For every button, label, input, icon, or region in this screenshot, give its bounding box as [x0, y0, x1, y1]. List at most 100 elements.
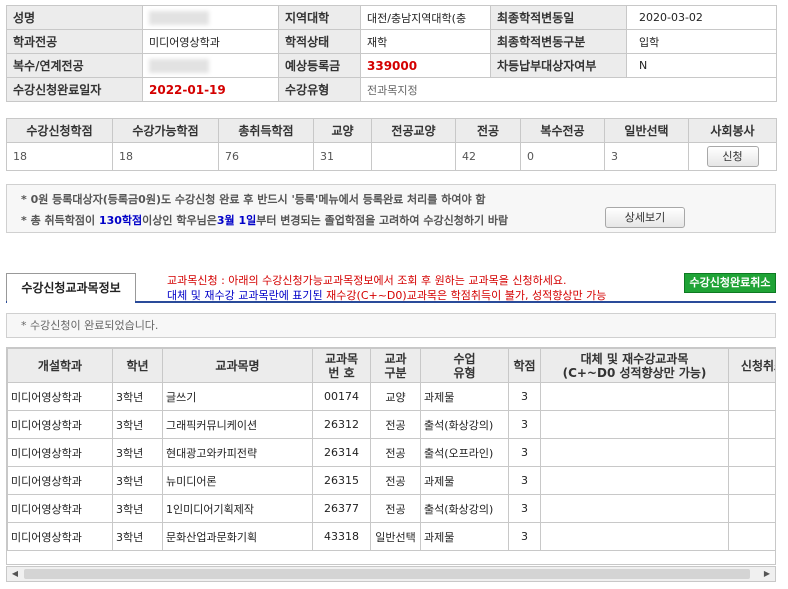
- dept-cell: 미디어영상학과: [7, 494, 113, 523]
- substitute-cell: [540, 466, 729, 495]
- instruction-line-1: 교과목신청 : 아래의 수강신청가능교과목정보에서 조회 후 원하는 교과목을 …: [167, 274, 567, 287]
- cancel-cell[interactable]: [728, 438, 775, 467]
- expected-fee-value: 339000: [360, 53, 491, 78]
- class-type-cell: 과제물: [420, 522, 509, 551]
- last-change-date-label: 최종학적변동일: [490, 5, 627, 30]
- credit-cell: 3: [508, 522, 541, 551]
- cancel-registration-complete-button[interactable]: 수강신청완료취소: [684, 273, 776, 293]
- credit-header: 사회봉사: [688, 118, 777, 143]
- course-code-cell: 26377: [312, 494, 371, 523]
- course-table: 개설학과 학년 교과목명 교과목 번 호 교과 구분 수업 유형 학점 대체 및…: [7, 348, 775, 551]
- name-redacted: [149, 10, 209, 25]
- category-cell: 전공: [370, 494, 421, 523]
- notice-line-1: * 0원 등록대상자(등록금0원)도 수강신청 완료 후 반드시 '등록'메뉴에…: [21, 193, 486, 206]
- course-header: 개설학과: [7, 348, 113, 383]
- notice-line-2-a: * 총 취득학점이: [21, 214, 99, 227]
- year-cell: 3학년: [112, 438, 163, 467]
- course-code-cell: 43318: [312, 522, 371, 551]
- cancel-cell[interactable]: [728, 522, 775, 551]
- credit-value-row: 18 18 76 31 42 0 3 신청: [6, 142, 777, 171]
- year-cell: 3학년: [112, 494, 163, 523]
- substitute-cell: [540, 522, 729, 551]
- credit-header-row: 수강신청학점 수강가능학점 총취득학점 교양 전공교양 전공 복수전공 일반선택…: [6, 118, 777, 143]
- course-header: 교과목 번 호: [312, 348, 371, 383]
- differential-value: N: [626, 53, 777, 78]
- credit-header: 총취득학점: [218, 118, 314, 143]
- scrollbar-thumb[interactable]: [24, 569, 750, 579]
- social-service-apply-button[interactable]: 신청: [706, 146, 759, 167]
- last-change-date-value: 2020-03-02: [626, 5, 777, 30]
- dept-cell: 미디어영상학과: [7, 522, 113, 551]
- substitute-cell: [540, 494, 729, 523]
- credit-header: 수강가능학점: [112, 118, 219, 143]
- table-row: 미디어영상학과 3학년 현대광고와카피전략 26314 전공 출석(오프라인) …: [7, 438, 775, 467]
- arrow-left-icon[interactable]: ◀: [7, 567, 23, 581]
- course-name-cell: 문화산업과문화기획: [162, 522, 313, 551]
- class-type-cell: 출석(오프라인): [420, 438, 509, 467]
- region-label: 지역대학: [278, 5, 361, 30]
- cancel-cell[interactable]: [728, 410, 775, 439]
- dept-cell: 미디어영상학과: [7, 382, 113, 411]
- notice-line-2: * 총 취득학점이 130학점이상인 학우님은3월 1일부터 변경되는 졸업학점…: [21, 212, 508, 228]
- notice-line-2-date: 3월 1일: [216, 214, 257, 227]
- course-code-cell: 00174: [312, 382, 371, 411]
- status-value: 재학: [360, 29, 491, 54]
- cancel-cell[interactable]: [728, 466, 775, 495]
- info-row-1: 성명 지역대학 대전/충남지역대학(충 최종학적변동일 2020-03-02: [6, 5, 777, 30]
- dept-cell: 미디어영상학과: [7, 410, 113, 439]
- class-type-cell: 과제물: [420, 382, 509, 411]
- course-name-cell: 뉴미디어론: [162, 466, 313, 495]
- credit-cell: 3: [508, 438, 541, 467]
- notice-line-2-credits: 130학점: [98, 214, 143, 227]
- status-label: 학적상태: [278, 29, 361, 54]
- notice-line-2-c: 이상인 학우님은: [142, 214, 217, 227]
- horizontal-scrollbar[interactable]: ◀ ▶: [6, 566, 776, 582]
- double-major-redacted: [149, 58, 209, 73]
- complete-date-label: 수강신청완료일자: [6, 77, 143, 102]
- complete-date-value: 2022-01-19: [142, 77, 279, 102]
- tab-course-info[interactable]: 수강신청교과목정보: [6, 273, 136, 301]
- table-row: 미디어영상학과 3학년 그래픽커뮤니케이션 26312 전공 출석(화상강의) …: [7, 410, 775, 439]
- registration-complete-message: * 수강신청이 완료되었습니다.: [6, 313, 776, 338]
- instruction-line-2: 대체 및 재수강 교과목란에 표기된 재수강(C+~D0)교과목은 학점취득이 …: [167, 287, 606, 303]
- substitute-cell: [540, 382, 729, 411]
- table-row: 미디어영상학과 3학년 뉴미디어론 26315 전공 과제물 3: [7, 466, 775, 495]
- credit-header: 전공: [455, 118, 521, 143]
- class-type-cell: 출석(화상강의): [420, 494, 509, 523]
- cancel-cell[interactable]: [728, 494, 775, 523]
- credit-value: 42: [455, 142, 521, 171]
- cancel-cell[interactable]: [728, 382, 775, 411]
- major-label: 학과전공: [6, 29, 143, 54]
- credit-cell: 3: [508, 466, 541, 495]
- credit-value: 18: [6, 142, 113, 171]
- course-code-cell: 26315: [312, 466, 371, 495]
- course-header: 학점: [508, 348, 541, 383]
- credit-value: 18: [112, 142, 219, 171]
- table-row: 미디어영상학과 3학년 글쓰기 00174 교양 과제물 3: [7, 382, 775, 411]
- last-change-type-label: 최종학적변동구분: [490, 29, 627, 54]
- name-value: [142, 5, 279, 30]
- credit-cell: 3: [508, 382, 541, 411]
- credit-header: 수강신청학점: [6, 118, 113, 143]
- name-label: 성명: [6, 5, 143, 30]
- info-row-4: 수강신청완료일자 2022-01-19 수강유형 전과목지정: [6, 77, 777, 102]
- dept-cell: 미디어영상학과: [7, 466, 113, 495]
- table-row: 미디어영상학과 3학년 1인미디어기획제작 26377 전공 출석(화상강의) …: [7, 494, 775, 523]
- credit-header: 일반선택: [604, 118, 689, 143]
- credit-cell: 3: [508, 410, 541, 439]
- instruction-line-2-a: 대체 및 재수강 교과목란에 표기된: [167, 289, 327, 302]
- course-name-cell: 현대광고와카피전략: [162, 438, 313, 467]
- year-cell: 3학년: [112, 522, 163, 551]
- credit-summary-table: 수강신청학점 수강가능학점 총취득학점 교양 전공교양 전공 복수전공 일반선택…: [6, 118, 777, 171]
- course-table-container[interactable]: 개설학과 학년 교과목명 교과목 번 호 교과 구분 수업 유형 학점 대체 및…: [6, 347, 776, 565]
- detail-view-button[interactable]: 상세보기: [605, 207, 685, 228]
- arrow-right-icon[interactable]: ▶: [759, 567, 775, 581]
- class-type-cell: 출석(화상강의): [420, 410, 509, 439]
- credit-value: 31: [313, 142, 372, 171]
- double-major-label: 복수/연계전공: [6, 53, 143, 78]
- credit-value: 0: [520, 142, 605, 171]
- course-header: 수업 유형: [420, 348, 509, 383]
- credit-header: 교양: [313, 118, 372, 143]
- credit-value: 76: [218, 142, 314, 171]
- category-cell: 일반선택: [370, 522, 421, 551]
